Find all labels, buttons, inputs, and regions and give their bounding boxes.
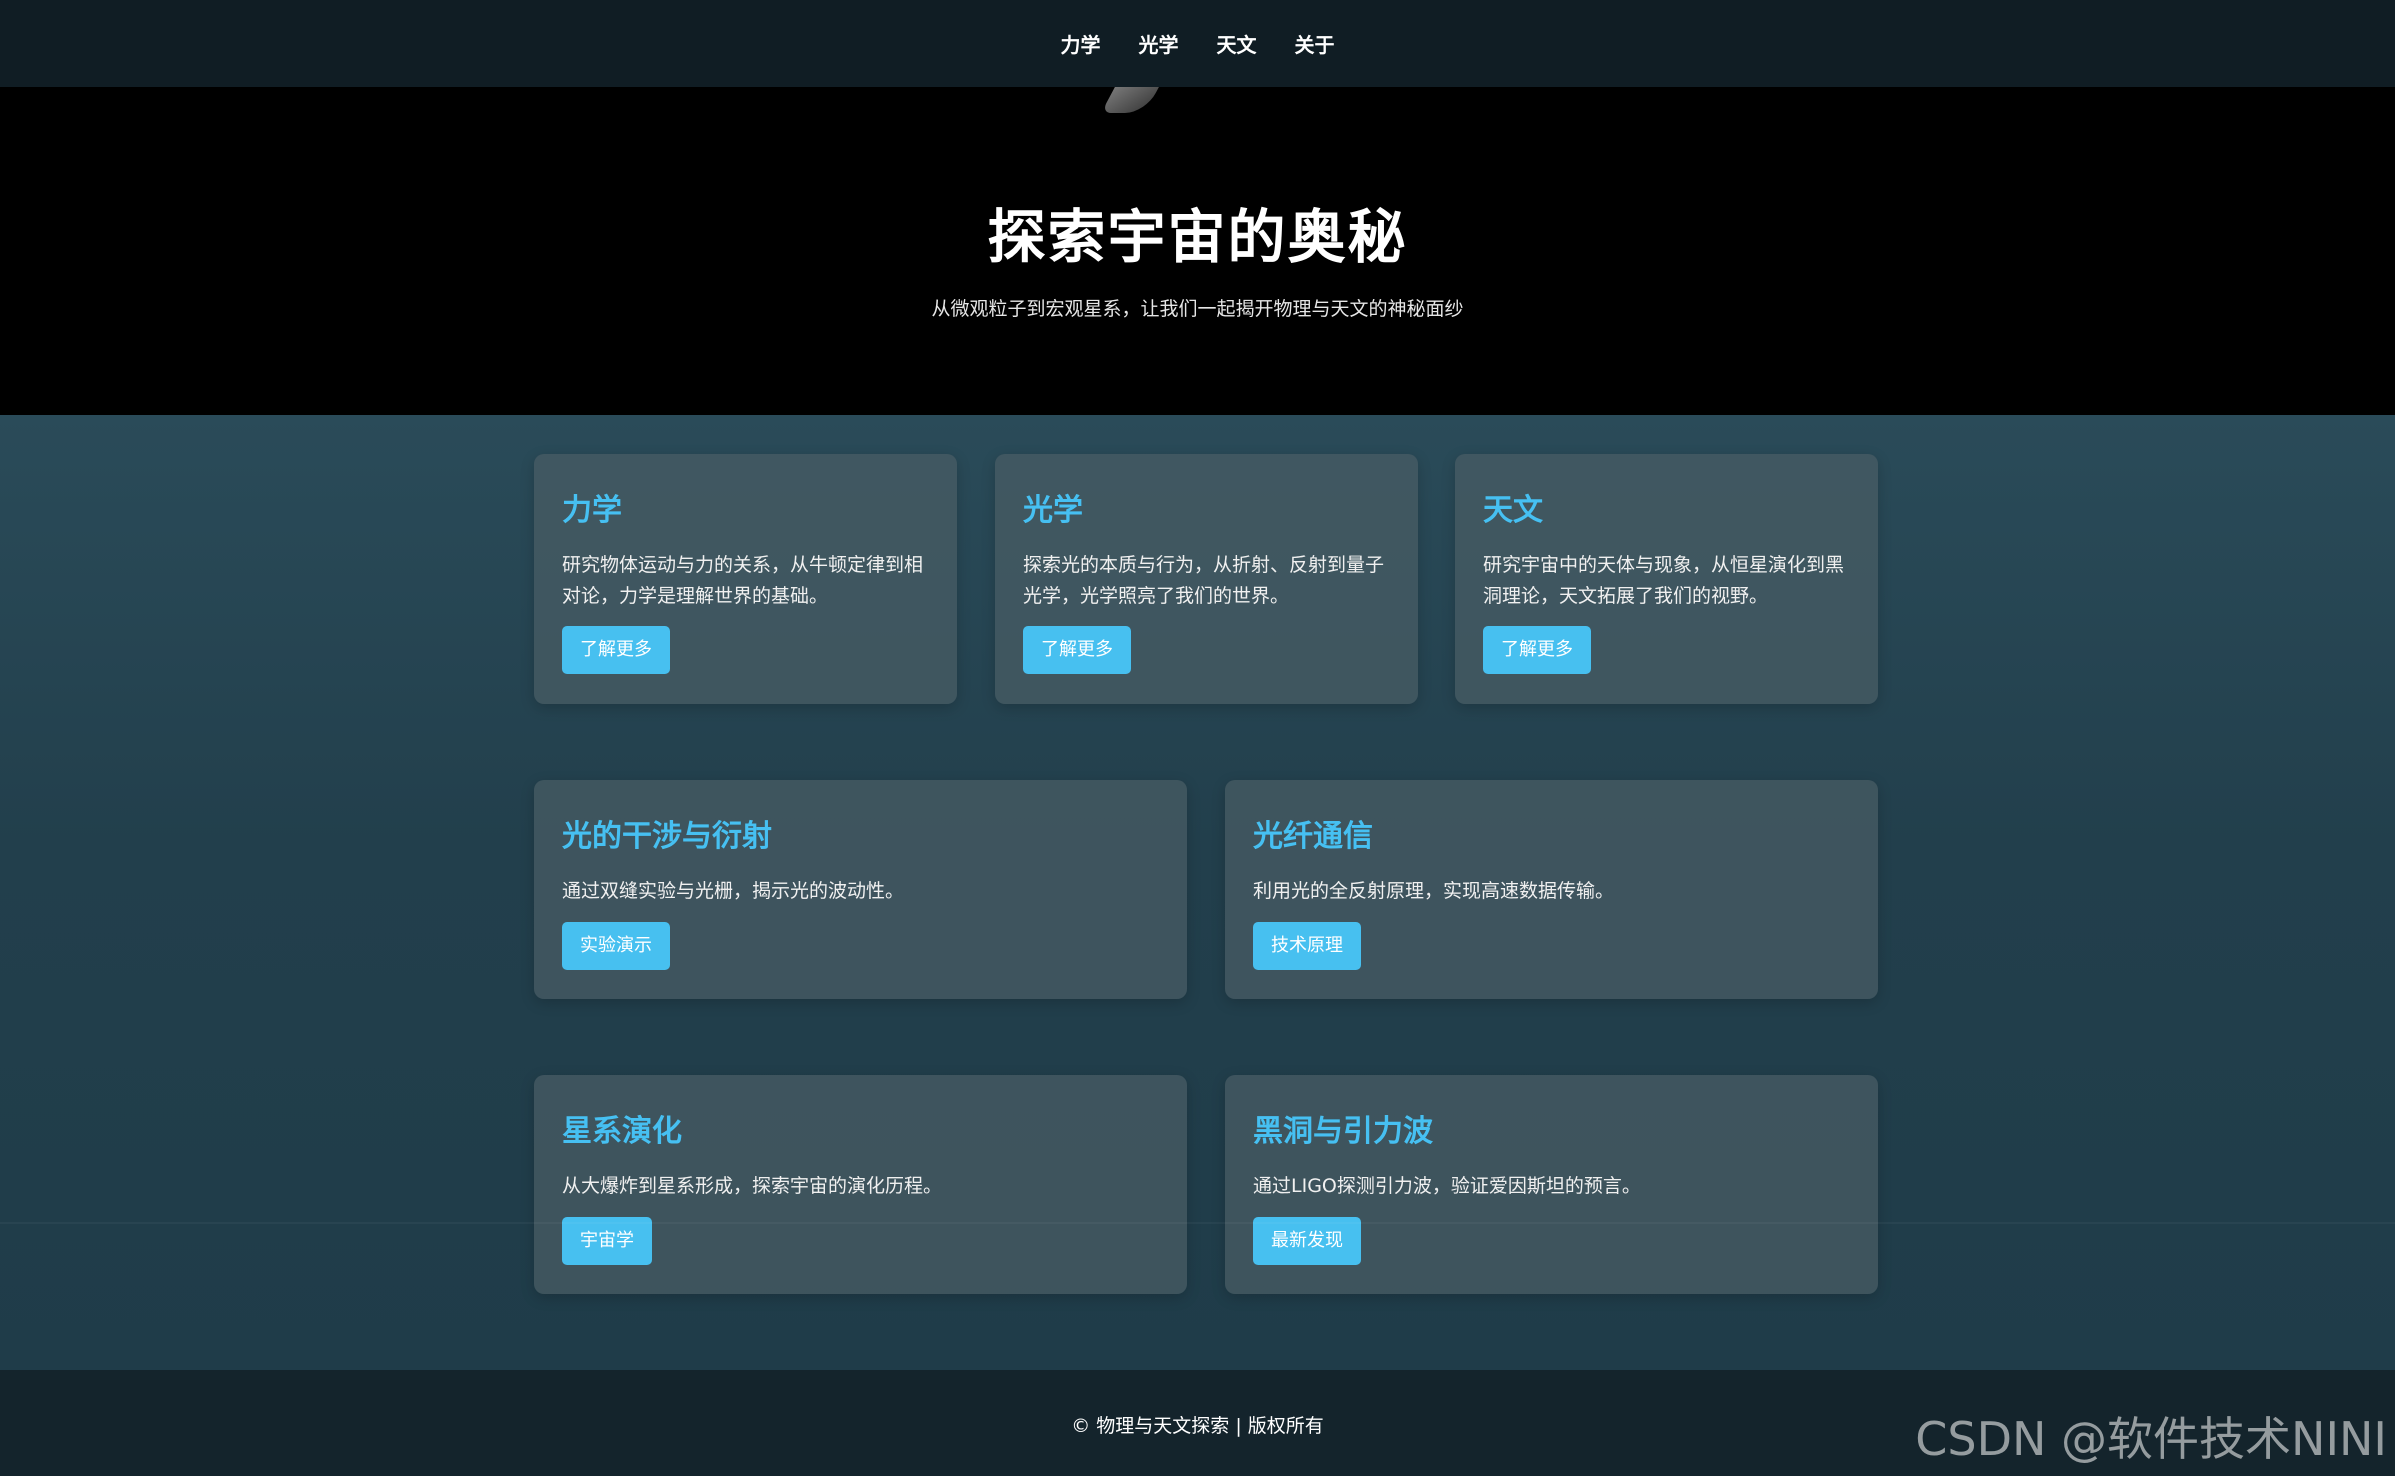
card-description: 研究宇宙中的天体与现象，从恒星演化到黑洞理论，天文拓展了我们的视野。 xyxy=(1483,554,1845,607)
card-title: 黑洞与引力波 xyxy=(1253,1114,1433,1149)
learn-more-button[interactable]: 了解更多 xyxy=(1483,626,1591,674)
watermark: CSDN @软件技术NINI xyxy=(1915,1412,2387,1466)
top-navigation: 力学 光学 天文 关于 xyxy=(0,0,2395,87)
page: 力学 光学 天文 关于 探索宇宙的奥秘 从微观粒子到宏观星系，让我们一起揭开物理… xyxy=(0,0,2395,1476)
card-description: 通过双缝实验与光栅，揭示光的波动性。 xyxy=(562,880,905,902)
card-description: 探索光的本质与行为，从折射、反射到量子光学，光学照亮了我们的世界。 xyxy=(1023,554,1385,607)
nav-item-optics[interactable]: 光学 xyxy=(1139,29,1179,58)
card-description: 研究物体运动与力的关系，从牛顿定律到相对论，力学是理解世界的基础。 xyxy=(562,554,924,607)
card-description: 从大爆炸到星系形成，探索宇宙的演化历程。 xyxy=(562,1175,943,1197)
learn-more-button[interactable]: 了解更多 xyxy=(1023,626,1131,674)
learn-more-button[interactable]: 了解更多 xyxy=(562,626,670,674)
hero-decoration-image xyxy=(1101,87,1159,113)
nav-item-astronomy[interactable]: 天文 xyxy=(1217,29,1257,58)
hero-subtitle: 从微观粒子到宏观星系，让我们一起揭开物理与天文的神秘面纱 xyxy=(931,298,1464,320)
experiment-demo-button[interactable]: 实验演示 xyxy=(562,922,670,970)
card-black-holes-gravitational-waves: 黑洞与引力波 通过LIGO探测引力波，验证爱因斯坦的预言。 最新发现 xyxy=(1225,1075,1878,1294)
card-title: 力学 xyxy=(562,493,622,528)
card-interference-diffraction: 光的干涉与衍射 通过双缝实验与光栅，揭示光的波动性。 实验演示 xyxy=(534,780,1187,999)
latest-discovery-button[interactable]: 最新发现 xyxy=(1253,1217,1361,1265)
nav-item-mechanics[interactable]: 力学 xyxy=(1061,29,1101,58)
card-mechanics: 力学 研究物体运动与力的关系，从牛顿定律到相对论，力学是理解世界的基础。 了解更… xyxy=(534,454,957,704)
technical-principle-button[interactable]: 技术原理 xyxy=(1253,922,1361,970)
card-description: 利用光的全反射原理，实现高速数据传输。 xyxy=(1253,880,1615,902)
card-description: 通过LIGO探测引力波，验证爱因斯坦的预言。 xyxy=(1253,1175,1641,1197)
nav-item-about[interactable]: 关于 xyxy=(1295,29,1335,58)
card-title: 光纤通信 xyxy=(1253,819,1373,854)
cosmology-button[interactable]: 宇宙学 xyxy=(562,1217,652,1265)
card-fiber-communication: 光纤通信 利用光的全反射原理，实现高速数据传输。 技术原理 xyxy=(1225,780,1878,999)
card-title: 光学 xyxy=(1023,493,1083,528)
card-title: 天文 xyxy=(1483,493,1543,528)
card-astronomy: 天文 研究宇宙中的天体与现象，从恒星演化到黑洞理论，天文拓展了我们的视野。 了解… xyxy=(1455,454,1878,704)
card-title: 光的干涉与衍射 xyxy=(562,819,772,854)
hero-section: 探索宇宙的奥秘 从微观粒子到宏观星系，让我们一起揭开物理与天文的神秘面纱 xyxy=(0,87,2395,415)
card-galaxy-evolution: 星系演化 从大爆炸到星系形成，探索宇宙的演化历程。 宇宙学 xyxy=(534,1075,1187,1294)
main-content: 力学 研究物体运动与力的关系，从牛顿定律到相对论，力学是理解世界的基础。 了解更… xyxy=(0,415,2395,1370)
card-title: 星系演化 xyxy=(562,1114,682,1149)
hero-title: 探索宇宙的奥秘 xyxy=(987,203,1408,271)
card-optics: 光学 探索光的本质与行为，从折射、反射到量子光学，光学照亮了我们的世界。 了解更… xyxy=(995,454,1418,704)
